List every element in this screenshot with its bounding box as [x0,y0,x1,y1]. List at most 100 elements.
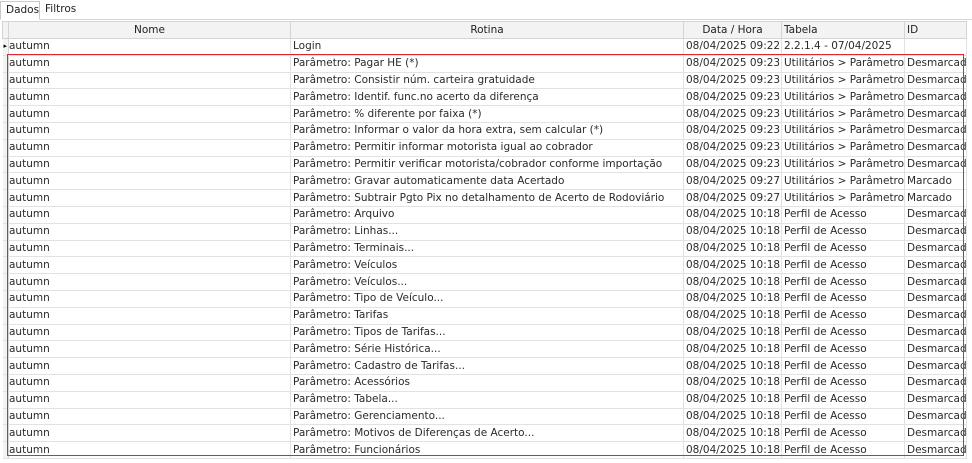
cell-rotina[interactable]: Parâmetro: Identif. func.no acerto da di… [290,88,684,107]
cell-id[interactable]: Desmarcado [904,256,967,275]
cell-rotina[interactable]: Parâmetro: % diferente por faixa (*) [290,105,684,123]
cell-rotina[interactable]: Parâmetro: Veículos... [290,273,684,291]
cell-rotina[interactable]: Parâmetro: Tipos de Tarifas... [290,324,684,342]
cell-id[interactable]: Desmarcado [904,88,967,107]
table-row[interactable]: autumn Parâmetro: Consistir núm. carteira… [2,72,967,90]
cell-data-hora[interactable]: 08/04/2025 09:23:50 [683,156,782,174]
cell-data-hora[interactable]: 08/04/2025 10:18:07 [683,391,782,409]
tab-dados[interactable]: Dados [0,1,40,20]
cell-data-hora[interactable]: 08/04/2025 10:18:07 [683,340,782,359]
table-row[interactable]: autumn Parâmetro: Pagar HE (*) 08/04/2025 … [2,55,967,73]
cell-id[interactable]: Desmarcado [904,340,967,359]
cell-rotina[interactable]: Parâmetro: Motivos de Diferenças de Acer… [290,424,684,443]
cell-nome[interactable]: autumn [8,105,291,123]
cell-id[interactable]: Desmarcado [904,290,967,308]
cell-rotina[interactable]: Parâmetro: Informar o valor da hora extr… [290,122,684,140]
cell-tabela[interactable]: Utilitários > Parâmetros [781,55,905,73]
cell-nome[interactable]: autumn [8,340,291,359]
cell-id[interactable]: Desmarcado [904,223,967,241]
column-header-id[interactable]: ID [904,21,967,39]
cell-id[interactable]: Desmarcado [904,374,967,392]
cell-id[interactable]: Marcado [904,172,967,191]
table-row[interactable]: autumn Parâmetro: Série Histórica... 08/04… [2,340,967,359]
cell-id[interactable]: Desmarcado [904,391,967,409]
tab-filtros[interactable]: Filtros [40,1,80,18]
table-row[interactable]: autumn Parâmetro: % diferente por faixa (… [2,105,967,123]
cell-id[interactable]: Desmarcado [904,240,967,258]
cell-nome[interactable]: autumn [8,408,291,426]
table-row[interactable]: autumn Parâmetro: Linhas... 08/04/2025 10:… [2,223,967,241]
table-row[interactable]: autumn Parâmetro: Arquivo 08/04/2025 10:18… [2,206,967,224]
cell-tabela[interactable]: Perfil de Acesso [781,374,905,392]
cell-id[interactable]: Desmarcado [904,307,967,325]
cell-rotina[interactable]: Parâmetro: Terminais... [290,240,684,258]
cell-tabela[interactable]: 2.2.1.4 - 07/04/2025 [781,38,905,56]
cell-tabela[interactable]: Perfil de Acesso [781,441,905,459]
table-row[interactable]: autumn Parâmetro: Tipos de Tarifas... 08/0… [2,324,967,342]
cell-rotina[interactable]: Parâmetro: Tabela... [290,391,684,409]
cell-tabela[interactable]: Perfil de Acesso [781,290,905,308]
table-row[interactable]: autumn Parâmetro: Cadastro de Tarifas... 0… [2,357,967,375]
cell-data-hora[interactable]: 08/04/2025 10:18:07 [683,240,782,258]
column-header-tabela[interactable]: Tabela [781,21,905,39]
cell-nome[interactable]: autumn [8,72,291,90]
cell-rotina[interactable]: Parâmetro: Gravar automaticamente data A… [290,172,684,191]
cell-data-hora[interactable]: 08/04/2025 10:18:07 [683,408,782,426]
cell-data-hora[interactable]: 08/04/2025 10:18:07 [683,223,782,241]
cell-nome[interactable]: autumn [8,391,291,409]
cell-nome[interactable]: autumn [8,441,291,459]
cell-data-hora[interactable]: 08/04/2025 09:23:50 [683,139,782,157]
table-row[interactable]: ▸autumnLogin08/04/2025 09:22:552.2.1.4 -… [2,38,967,56]
cell-rotina[interactable]: Parâmetro: Permitir informar motorista i… [290,139,684,157]
cell-rotina[interactable]: Login [290,38,684,56]
cell-nome[interactable]: autumn [8,189,291,207]
cell-rotina[interactable]: Parâmetro: Série Histórica... [290,340,684,359]
cell-id[interactable]: Desmarcado [904,139,967,157]
column-header-rotina[interactable]: Rotina [290,21,684,39]
cell-id[interactable]: Desmarcado [904,273,967,291]
table-row[interactable]: autumn Parâmetro: Motivos de Diferenças d… [2,424,967,443]
cell-tabela[interactable]: Utilitários > Parâmetros [781,172,905,191]
cell-data-hora[interactable]: 08/04/2025 09:27:43 [683,172,782,191]
cell-id[interactable]: Desmarcado [904,441,967,459]
cell-rotina[interactable]: Parâmetro: Consistir núm. carteira gratu… [290,72,684,90]
table-row[interactable]: autumn Parâmetro: Tabela... 08/04/2025 10:… [2,391,967,409]
cell-id[interactable]: Desmarcado [904,357,967,375]
cell-tabela[interactable]: Perfil de Acesso [781,391,905,409]
column-header-data-hora[interactable]: Data / Hora [683,21,782,39]
cell-rotina[interactable]: Parâmetro: Arquivo [290,206,684,224]
table-row[interactable]: autumn Parâmetro: Veículos... 08/04/2025 1… [2,273,967,291]
column-header-nome[interactable]: Nome [8,21,291,39]
cell-id[interactable]: Desmarcado [904,156,967,174]
cell-id[interactable]: Desmarcado [904,408,967,426]
cell-id[interactable] [904,38,967,56]
cell-id[interactable]: Desmarcado [904,72,967,90]
cell-id[interactable]: Desmarcado [904,324,967,342]
cell-data-hora[interactable]: 08/04/2025 09:23:50 [683,105,782,123]
cell-rotina[interactable]: Parâmetro: Veículos [290,256,684,275]
cell-nome[interactable]: autumn [8,273,291,291]
cell-nome[interactable]: autumn [8,156,291,174]
cell-nome[interactable]: autumn [8,88,291,107]
cell-data-hora[interactable]: 08/04/2025 10:18:07 [683,441,782,459]
cell-nome[interactable]: autumn [8,55,291,73]
cell-tabela[interactable]: Perfil de Acesso [781,240,905,258]
cell-rotina[interactable]: Parâmetro: Permitir verificar motorista/… [290,156,684,174]
table-row[interactable]: autumn Parâmetro: Gerenciamento... 08/04/2… [2,408,967,426]
cell-nome[interactable]: autumn [8,122,291,140]
table-row[interactable]: autumn Parâmetro: Tarifas 08/04/2025 10:18… [2,307,967,325]
cell-tabela[interactable]: Utilitários > Parâmetros [781,189,905,207]
cell-nome[interactable]: autumn [8,139,291,157]
cell-id[interactable]: Desmarcado [904,206,967,224]
table-row[interactable]: autumn Parâmetro: Tipo de Veículo... 08/04… [2,290,967,308]
cell-tabela[interactable]: Perfil de Acesso [781,223,905,241]
table-row[interactable]: autumn Parâmetro: Veículos 08/04/2025 10:1… [2,256,967,275]
cell-id[interactable]: Desmarcado [904,122,967,140]
cell-rotina[interactable]: Parâmetro: Gerenciamento... [290,408,684,426]
cell-data-hora[interactable]: 08/04/2025 10:18:07 [683,374,782,392]
cell-nome[interactable]: autumn [8,424,291,443]
table-row[interactable]: autumn Parâmetro: Subtrair Pgto Pix no de… [2,189,967,207]
cell-tabela[interactable]: Perfil de Acesso [781,324,905,342]
cell-rotina[interactable]: Parâmetro: Cadastro de Tarifas... [290,357,684,375]
table-row[interactable]: autumn Parâmetro: Permitir verificar moto… [2,156,967,174]
